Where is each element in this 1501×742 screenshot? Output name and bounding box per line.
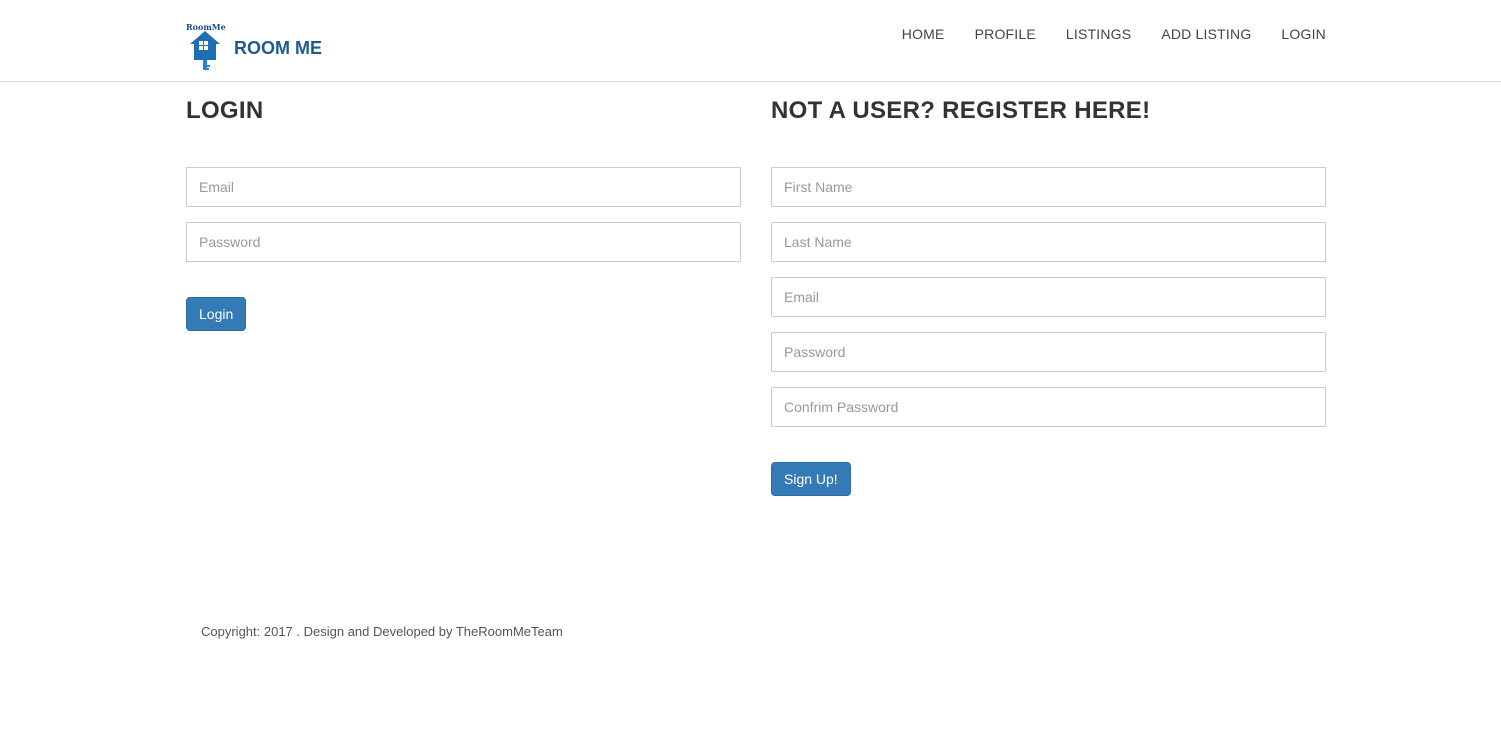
first-name-input[interactable] [771, 167, 1326, 207]
login-title: LOGIN [186, 97, 264, 124]
brand-name: ROOM ME [234, 38, 322, 58]
footer-copyright: Copyright: 2017 . Design and Developed b… [201, 624, 563, 639]
brand-link[interactable]: RoomMe ROOM ME [186, 22, 336, 74]
register-form: Sign Up! [771, 167, 1326, 496]
login-form: Login [186, 167, 741, 331]
confirm-password-input[interactable] [771, 387, 1326, 427]
house-key-icon: RoomMe [186, 22, 230, 74]
register-section: NOT A USER? REGISTER HERE! Sign Up! [771, 97, 1326, 496]
login-section: LOGIN Login [186, 97, 741, 331]
nav-link-profile[interactable]: PROFILE [975, 26, 1036, 42]
nav-item-home: HOME [902, 26, 945, 42]
register-password-input[interactable] [771, 332, 1326, 372]
nav-link-listings[interactable]: LISTINGS [1066, 26, 1131, 42]
login-password-input[interactable] [186, 222, 741, 262]
nav-link-login[interactable]: LOGIN [1281, 26, 1326, 42]
nav-link-home[interactable]: HOME [902, 26, 945, 42]
nav-item-profile: PROFILE [975, 26, 1036, 42]
nav-item-login: LOGIN [1281, 26, 1326, 42]
last-name-input[interactable] [771, 222, 1326, 262]
nav-item-listings: LISTINGS [1066, 26, 1131, 42]
nav-item-add-listing: ADD LISTING [1161, 26, 1251, 42]
main-nav: HOME PROFILE LISTINGS ADD LISTING LOGIN [902, 26, 1326, 42]
login-button[interactable]: Login [186, 297, 247, 331]
sign-up-button[interactable]: Sign Up! [771, 462, 851, 496]
top-navbar: RoomMe ROOM ME HOME PROFILE LISTINGS ADD… [0, 0, 1501, 82]
login-email-input[interactable] [186, 167, 741, 207]
nav-link-add-listing[interactable]: ADD LISTING [1161, 26, 1251, 42]
register-title: NOT A USER? REGISTER HERE! [771, 97, 1151, 124]
register-email-input[interactable] [771, 277, 1326, 317]
